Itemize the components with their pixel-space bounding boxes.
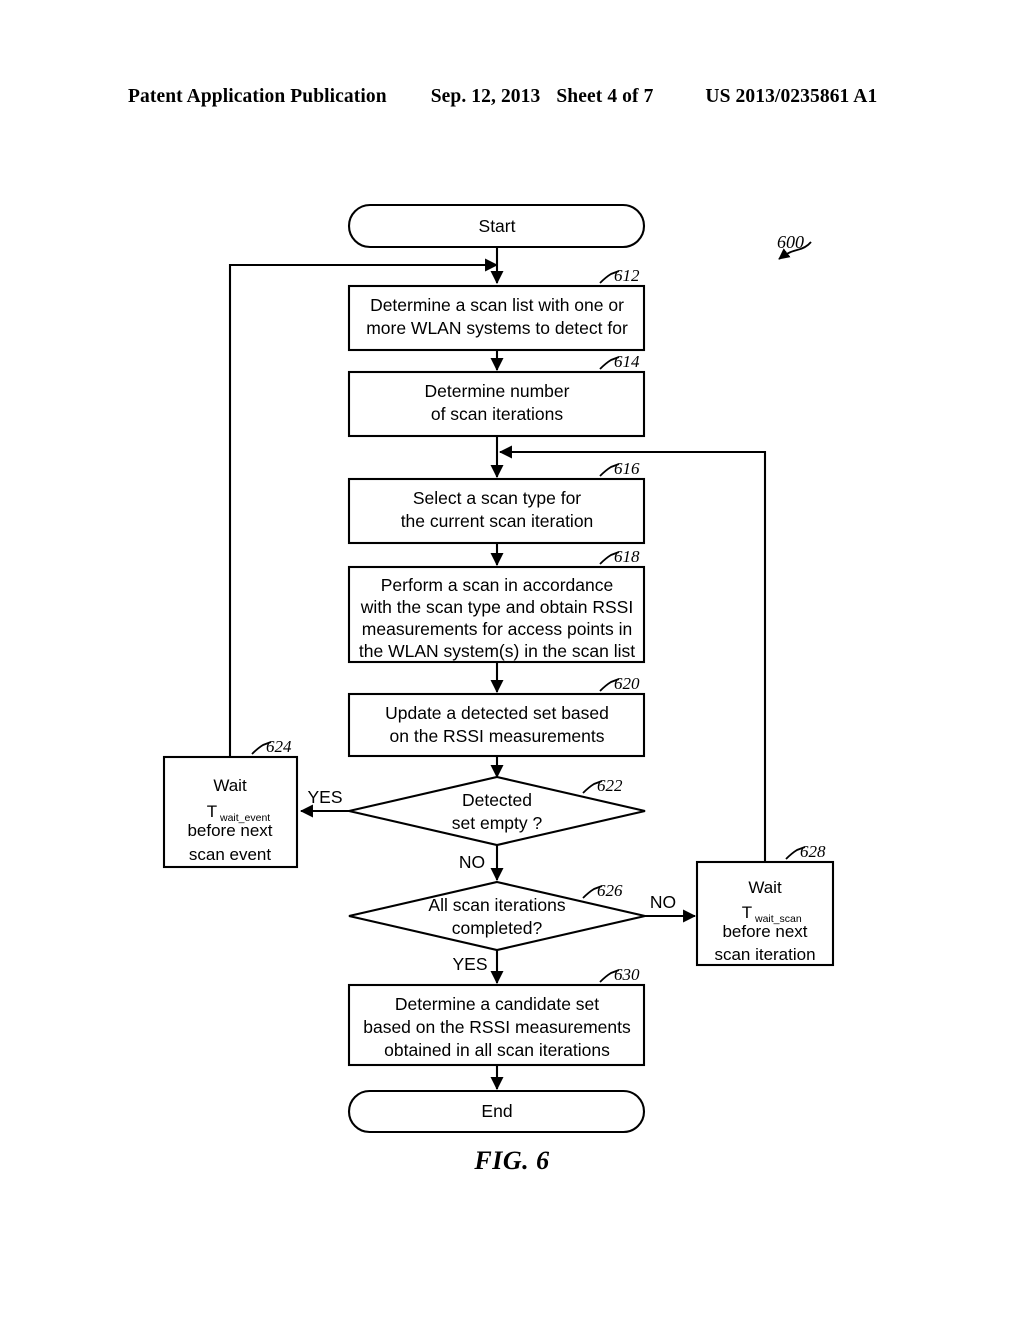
node-618-line-3: measurements for access points in	[362, 619, 632, 639]
node-630-line-2: based on the RSSI measurements	[363, 1017, 631, 1037]
edge-626-yes-to-630: YES	[452, 950, 504, 985]
node-624-line-1: Wait	[213, 776, 247, 795]
node-end: End	[347, 1089, 646, 1134]
diagram-ref-600-label: 600	[777, 232, 804, 252]
flowchart: Start Determine a scan list with one or …	[162, 203, 835, 1134]
node-630-line-1: Determine a candidate set	[395, 994, 599, 1014]
node-626-decision: All scan iterations completed? 626	[348, 880, 646, 952]
node-630-line-3: obtained in all scan iterations	[384, 1040, 610, 1060]
node-626-line-1: All scan iterations	[428, 895, 565, 915]
node-614-ref: 614	[614, 352, 640, 371]
edge-label-yes-622: YES	[307, 787, 342, 807]
edge-622-yes-to-624: YES	[299, 787, 349, 818]
edge-label-no-626: NO	[650, 892, 676, 912]
node-626-line-2: completed?	[452, 918, 543, 938]
node-624-ref: 624	[266, 737, 292, 756]
node-620-line-1: Update a detected set based	[385, 703, 609, 723]
node-628-timer-base: T	[742, 903, 752, 922]
node-624-wait: Wait T wait_event before next scan event…	[162, 737, 299, 869]
node-612-line-1: Determine a scan list with one or	[370, 295, 624, 315]
node-628-ref: 628	[800, 842, 826, 861]
node-618-ref: 618	[614, 547, 640, 566]
node-628-line-3: before next	[722, 922, 807, 941]
node-614-line-2: of scan iterations	[431, 404, 564, 424]
patent-drawing-page: Patent Application Publication Sep. 12, …	[0, 0, 1024, 1320]
node-628-line-1: Wait	[748, 878, 782, 897]
node-622-line-1: Detected	[462, 790, 532, 810]
node-612-ref: 612	[614, 266, 640, 285]
node-616-ref: 616	[614, 459, 640, 478]
node-624-line-3: before next	[187, 821, 272, 840]
diagram-ref-600: 600	[777, 232, 812, 260]
edge-622-no-to-626: NO	[459, 845, 504, 882]
node-612-line-2: more WLAN systems to detect for	[366, 318, 628, 338]
node-618-line-4: the WLAN system(s) in the scan list	[359, 641, 635, 661]
edge-label-yes-626: YES	[452, 954, 487, 974]
node-618-line-2: with the scan type and obtain RSSI	[360, 597, 633, 617]
node-620-ref: 620	[614, 674, 640, 693]
node-start-label: Start	[479, 216, 516, 236]
node-end-label: End	[481, 1101, 512, 1121]
node-614-line-1: Determine number	[425, 381, 570, 401]
node-622-decision: Detected set empty ? 622	[348, 775, 646, 847]
node-626-ref: 626	[597, 881, 623, 900]
node-622-line-2: set empty ?	[452, 813, 543, 833]
edge-label-no-622: NO	[459, 852, 485, 872]
node-616-line-1: Select a scan type for	[413, 488, 581, 508]
node-624-timer-base: T	[207, 802, 217, 821]
node-618-line-1: Perform a scan in accordance	[381, 575, 613, 595]
edge-626-no-to-628: NO	[645, 892, 697, 923]
figure-caption: FIG. 6	[474, 1146, 550, 1175]
node-start: Start	[347, 203, 646, 249]
node-616-line-2: the current scan iteration	[401, 511, 594, 531]
node-620-line-2: on the RSSI measurements	[390, 726, 605, 746]
node-628-line-4: scan iteration	[714, 945, 815, 964]
node-630-ref: 630	[614, 965, 640, 984]
node-624-line-4: scan event	[189, 845, 271, 864]
node-622-ref: 622	[597, 776, 623, 795]
